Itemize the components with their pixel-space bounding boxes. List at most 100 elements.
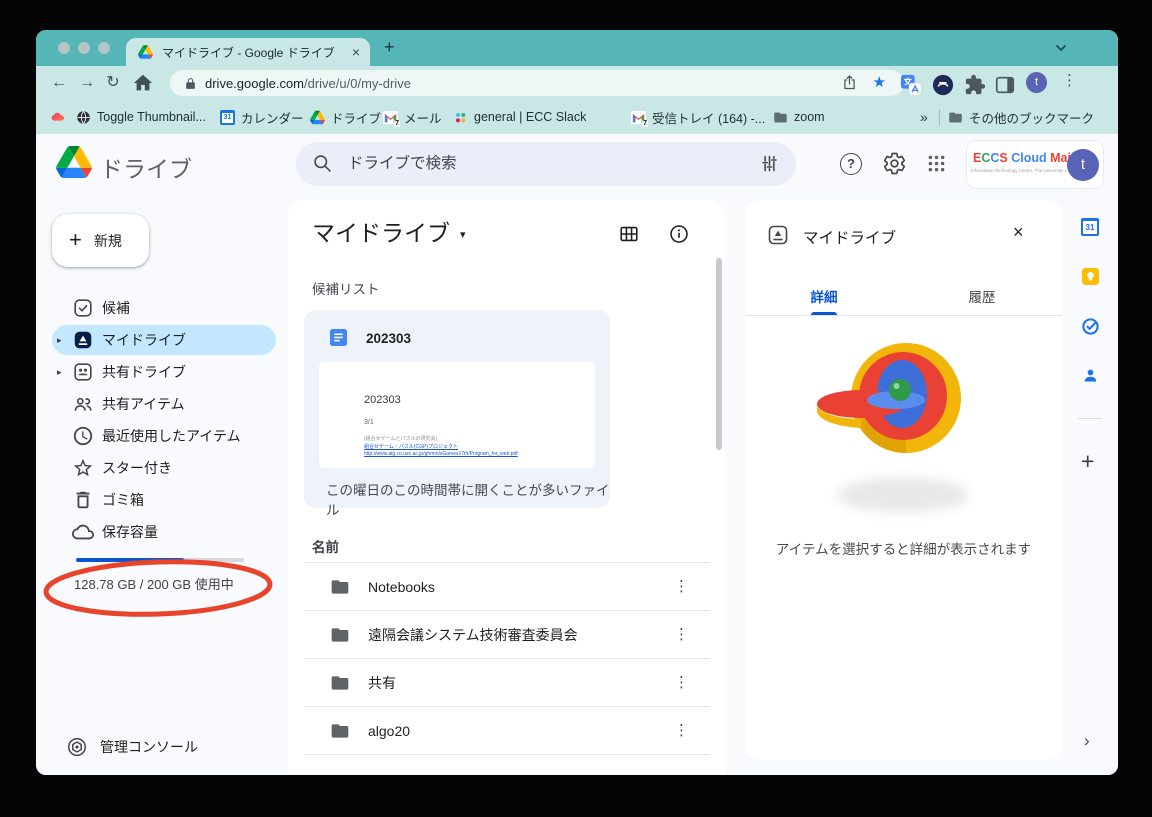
home-button[interactable] xyxy=(132,72,154,94)
tab-my-drive[interactable]: マイドライブ - Google ドライブ × xyxy=(126,38,370,66)
drive-app-name: ドライブ xyxy=(100,150,192,184)
cloud-favicon-icon xyxy=(50,110,65,125)
chevron-down-icon[interactable]: ▾ xyxy=(460,228,466,241)
help-button[interactable]: ? xyxy=(840,153,862,175)
file-preview-thumbnail: 202303 3/1 (組合せゲームとパズルの研究会) 組合せゲーム・パズル(C… xyxy=(319,362,595,468)
forward-button[interactable]: → xyxy=(76,72,98,94)
keep-side-icon[interactable] xyxy=(1082,268,1099,285)
search-options-tune-icon[interactable] xyxy=(759,153,780,174)
bookmark-star-icon[interactable]: ★ xyxy=(873,73,886,91)
google-apps-grid-icon[interactable] xyxy=(926,153,947,174)
new-tab-button[interactable]: + xyxy=(384,37,395,58)
gmail-favicon-icon: 7 xyxy=(383,110,398,125)
sidebar-item-suggested[interactable]: 候補 xyxy=(36,292,288,324)
preview-link: 組合せゲーム・パズル(CGP)プロジェクト xyxy=(364,443,458,450)
bookmark-inbox[interactable]: 7 受信トレイ (164) -... xyxy=(631,104,765,130)
tab-activity[interactable]: 履歴 xyxy=(903,286,1061,306)
translate-icon[interactable] xyxy=(900,74,922,96)
sidebar-item-starred[interactable]: スター付き xyxy=(36,452,288,484)
bookmarks-overflow-icon[interactable]: » xyxy=(920,104,928,130)
bookmark-zoom-folder[interactable]: zoom xyxy=(773,104,825,130)
sidebar-item-admin-console[interactable]: 管理コンソール xyxy=(36,732,288,762)
address-bar[interactable]: drive.google.com /drive/u/0/my-drive ★ xyxy=(170,70,904,96)
sidebar-item-trash[interactable]: ゴミ箱 xyxy=(36,484,288,516)
sidebar-item-storage[interactable]: 保存容量 xyxy=(36,516,288,548)
page-title[interactable]: マイドライブ▾ xyxy=(312,214,466,248)
tab-search-chevron-icon[interactable] xyxy=(1054,41,1068,55)
more-actions-kebab-icon[interactable]: ⋮ xyxy=(674,659,689,707)
bookmark-cloud[interactable] xyxy=(50,104,65,130)
reload-button[interactable]: ↻ xyxy=(102,72,124,94)
admin-console-icon xyxy=(66,736,88,758)
sidebar-item-shared-with-me[interactable]: 共有アイテム xyxy=(36,388,288,420)
tasks-side-icon[interactable] xyxy=(1081,317,1100,336)
tab-details[interactable]: 詳細 xyxy=(745,286,903,306)
drive-logo-icon[interactable] xyxy=(56,146,92,178)
column-header-name[interactable]: 名前 xyxy=(312,536,339,556)
extension-badge-icon[interactable] xyxy=(932,74,954,96)
account-badge[interactable]: ECCS Cloud Mail Information Technology C… xyxy=(966,140,1104,189)
file-row-shared[interactable]: 共有 ⋮ xyxy=(288,659,725,707)
add-side-app-button[interactable]: + xyxy=(1081,448,1094,475)
browser-menu-kebab-icon[interactable]: ⋮ xyxy=(1062,71,1077,89)
info-icon[interactable] xyxy=(668,223,690,245)
sidebar-item-my-drive[interactable]: ▸ マイドライブ xyxy=(36,324,288,356)
search-bar[interactable]: ドライブで検索 xyxy=(296,142,796,186)
bookmark-mail[interactable]: 7 メール xyxy=(383,104,442,130)
sidebar-item-label: 保存容量 xyxy=(102,516,158,548)
tab-close-icon[interactable]: × xyxy=(352,44,360,60)
more-actions-kebab-icon[interactable]: ⋮ xyxy=(674,563,689,611)
file-name: 202303 xyxy=(366,331,411,346)
suggested-file-card[interactable]: 202303 202303 3/1 (組合せゲームとパズルの研究会) 組合せゲー… xyxy=(304,310,610,508)
sidebar-item-label: 最近使用したアイテム xyxy=(102,420,241,452)
suggested-section-label: 候補リスト xyxy=(312,278,380,298)
folder-icon xyxy=(948,110,963,125)
expand-arrow-icon[interactable]: ▸ xyxy=(57,356,62,388)
bookmark-drive[interactable]: ドライブ xyxy=(310,104,381,130)
file-row-algo20[interactable]: algo20 ⋮ xyxy=(288,707,725,755)
sidebar-item-recent[interactable]: 最近使用したアイテム xyxy=(36,420,288,452)
grid-view-icon[interactable] xyxy=(618,223,640,245)
bookmark-toggle-thumbnail[interactable]: Toggle Thumbnail... xyxy=(76,104,206,130)
file-row-notebooks[interactable]: Notebooks ⋮ xyxy=(288,563,725,611)
cloud-icon xyxy=(72,521,94,543)
drive-profile-avatar[interactable]: t xyxy=(1067,149,1099,181)
google-docs-icon xyxy=(330,329,347,346)
expand-arrow-icon[interactable]: ▸ xyxy=(57,324,62,356)
new-button-label: 新規 xyxy=(94,231,122,251)
traffic-close-button[interactable] xyxy=(58,42,70,54)
tabs-divider xyxy=(745,315,1062,316)
share-icon[interactable] xyxy=(841,74,858,91)
browser-profile-avatar[interactable]: t xyxy=(1026,72,1047,93)
collapse-side-panel-icon[interactable]: › xyxy=(1084,731,1090,751)
drive-favicon-icon xyxy=(138,45,153,59)
shared-drive-icon xyxy=(72,361,94,383)
folder-name: 共有 xyxy=(368,659,396,707)
more-actions-kebab-icon[interactable]: ⋮ xyxy=(674,611,689,659)
tab-strip: マイドライブ - Google ドライブ × + xyxy=(36,30,1118,66)
sidebar-item-shared-drives[interactable]: ▸ 共有ドライブ xyxy=(36,356,288,388)
bookmark-label: その他のブックマーク xyxy=(969,108,1094,127)
contacts-side-icon[interactable] xyxy=(1081,366,1100,385)
file-row-committee[interactable]: 遠隔会議システム技術審査委員会 ⋮ xyxy=(288,611,725,659)
bookmark-calendar[interactable]: 31 カレンダー xyxy=(220,104,304,130)
scrollbar-thumb[interactable] xyxy=(716,258,722,450)
traffic-zoom-button[interactable] xyxy=(98,42,110,54)
more-actions-kebab-icon[interactable]: ⋮ xyxy=(674,707,689,755)
calendar-side-icon[interactable]: 31 xyxy=(1081,218,1099,236)
folder-name: 遠隔会議システム技術審査委員会 xyxy=(368,611,578,659)
bookmarks-divider xyxy=(939,109,940,125)
back-button[interactable]: ← xyxy=(48,72,70,94)
settings-gear-icon[interactable] xyxy=(882,151,907,176)
close-icon[interactable]: × xyxy=(1013,222,1024,243)
slack-favicon-icon xyxy=(453,110,468,125)
bookmark-label: ドライブ xyxy=(331,108,381,127)
bookmark-other-folder[interactable]: その他のブックマーク xyxy=(948,104,1094,130)
side-panel-icon[interactable] xyxy=(994,74,1016,96)
drive-favicon-icon xyxy=(310,110,325,125)
new-button[interactable]: + 新規 xyxy=(52,214,149,267)
traffic-minimize-button[interactable] xyxy=(78,42,90,54)
extensions-puzzle-icon[interactable] xyxy=(964,74,986,96)
unread-badge: 7 xyxy=(394,120,400,127)
bookmark-slack[interactable]: general | ECC Slack xyxy=(453,104,586,130)
